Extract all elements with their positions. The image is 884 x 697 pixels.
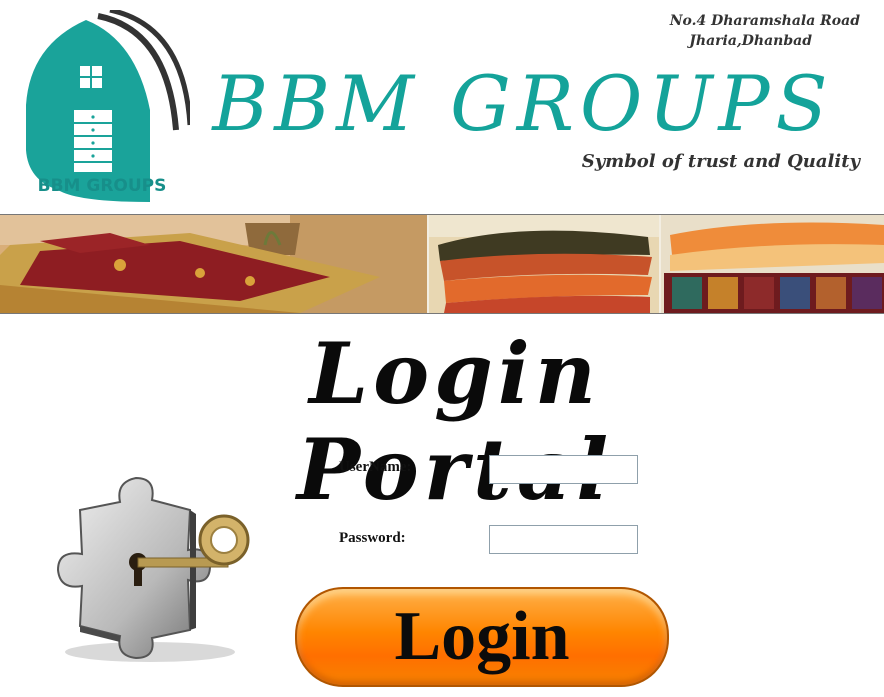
username-input[interactable] bbox=[489, 455, 638, 484]
password-label: Password: bbox=[339, 530, 406, 546]
furnishings-photo-banner bbox=[0, 215, 884, 313]
company-address: No.4 Dharamshala Road Jharia,Dhanbad bbox=[640, 11, 860, 51]
brand-tagline: Symbol of trust and Quality bbox=[581, 151, 860, 172]
logo-house-icon bbox=[26, 10, 190, 202]
address-line-1: No.4 Dharamshala Road bbox=[669, 13, 860, 29]
brand-title: BBM GROUPS bbox=[212, 59, 834, 148]
login-button[interactable]: Login bbox=[295, 587, 669, 687]
username-label: UserName: bbox=[339, 459, 412, 475]
password-input[interactable] bbox=[489, 525, 638, 554]
puzzle-key-icon bbox=[56, 476, 250, 662]
logo-caption: BBM GROUPS bbox=[37, 176, 167, 196]
address-line-2: Jharia,Dhanbad bbox=[689, 33, 812, 49]
login-button-label: Login bbox=[394, 598, 570, 675]
